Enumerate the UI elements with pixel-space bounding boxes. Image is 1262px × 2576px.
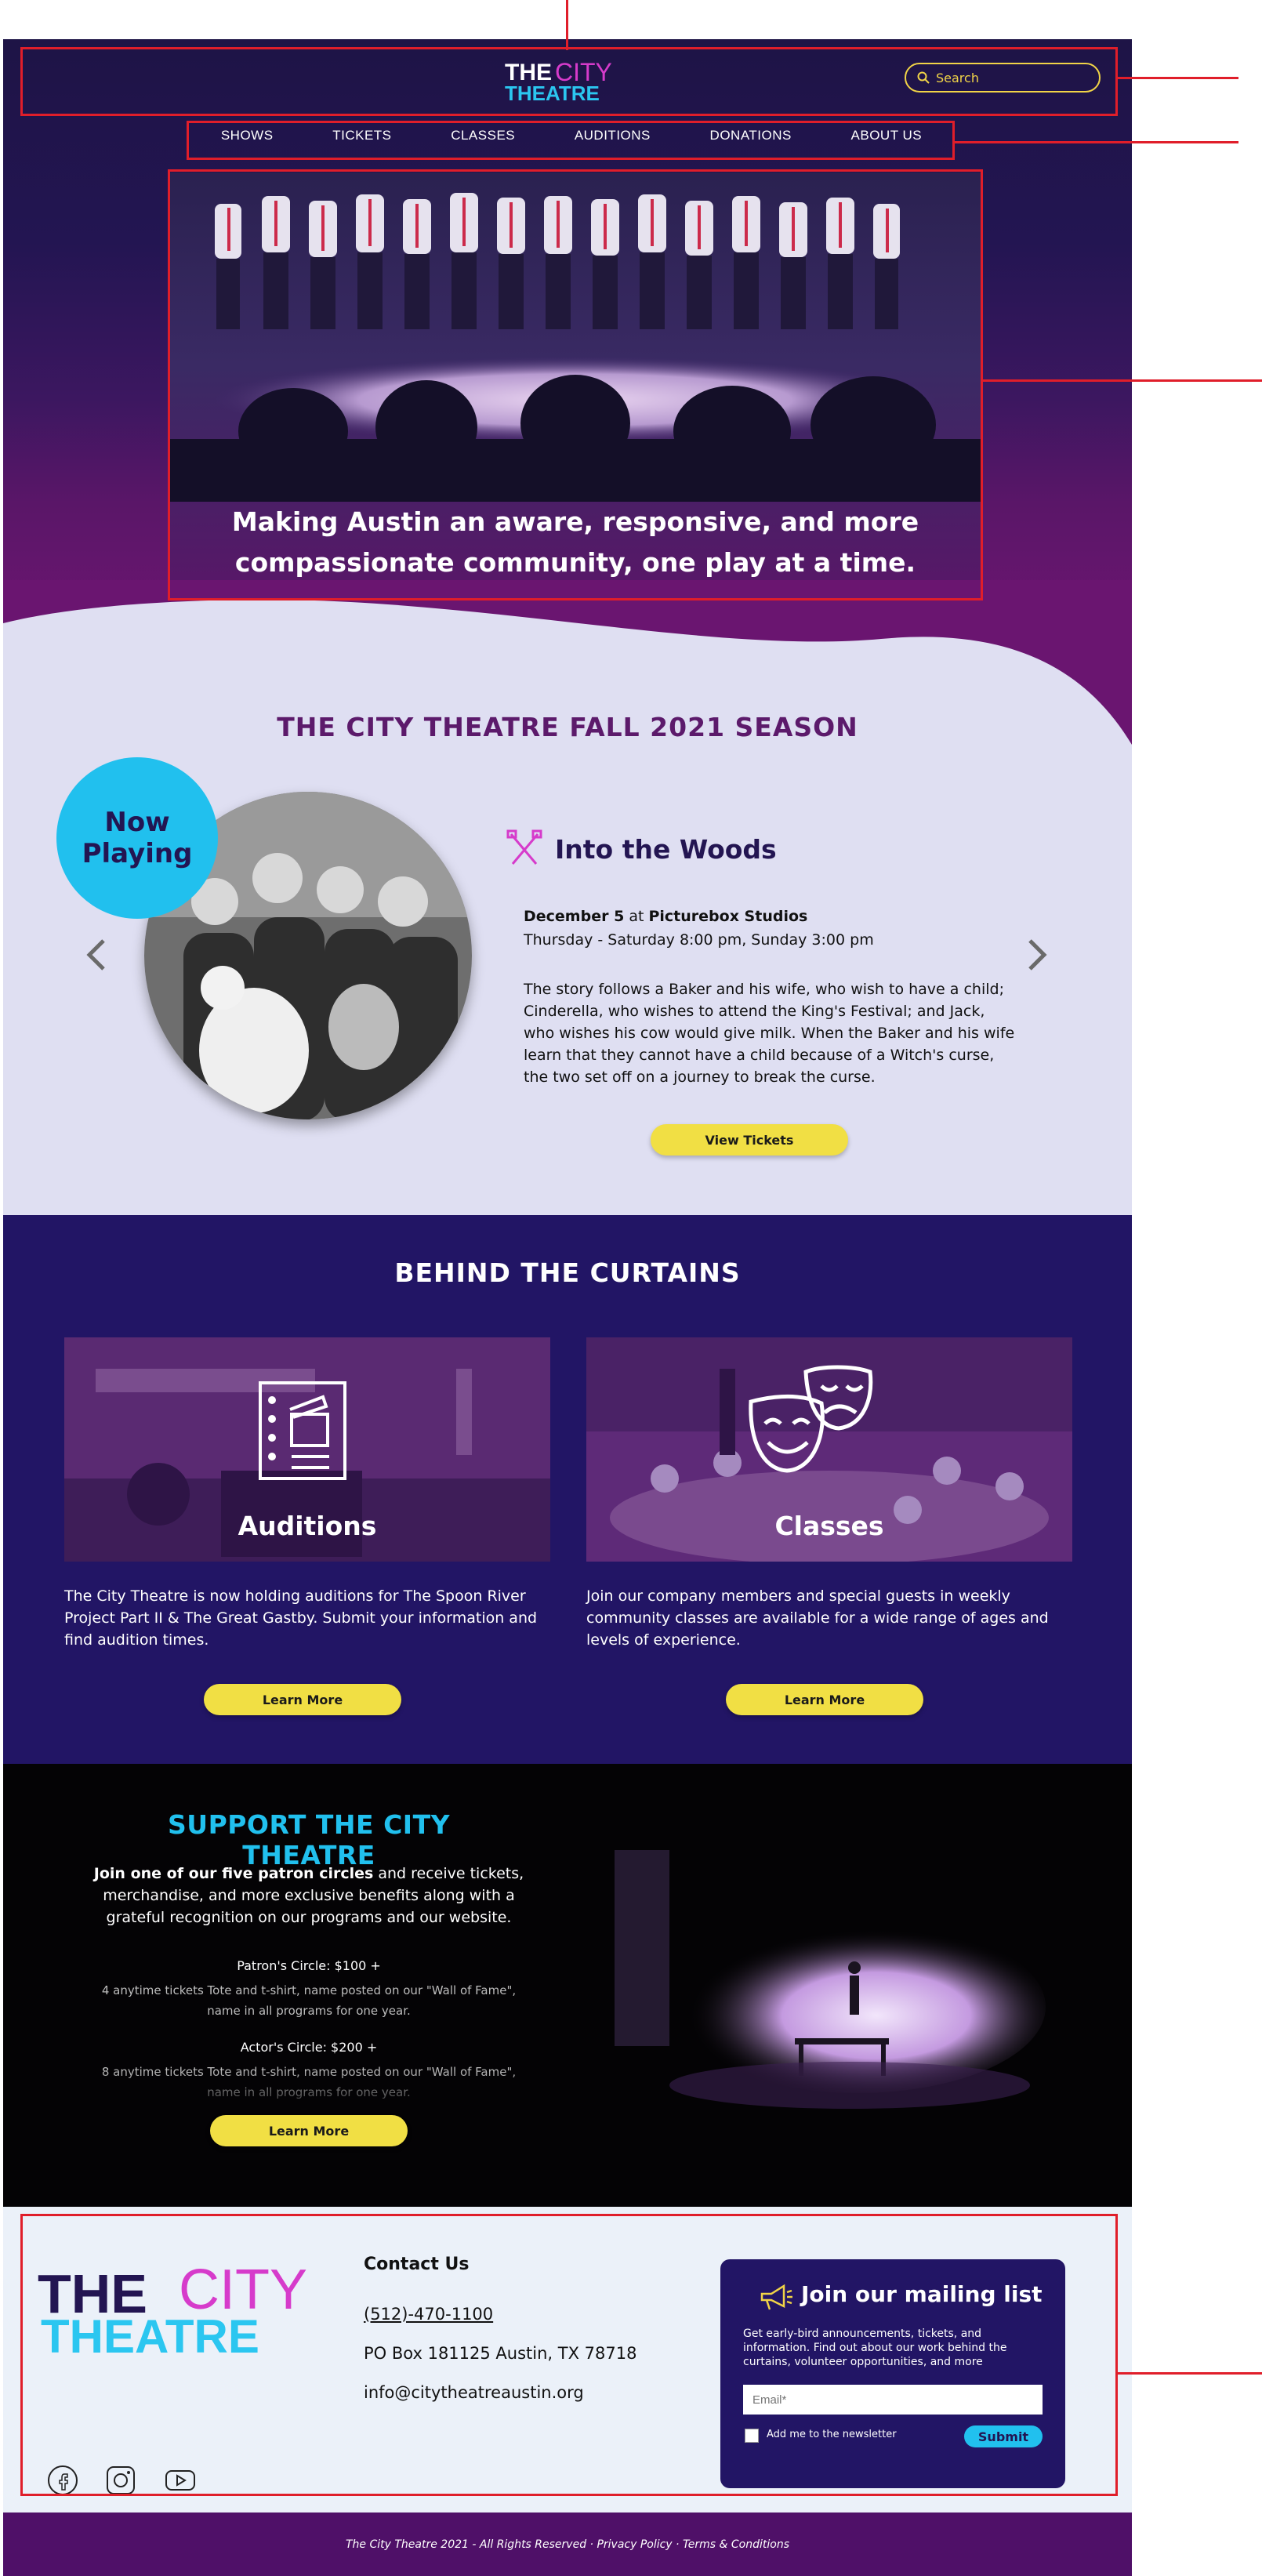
season-title: THE CITY THEATRE FALL 2021 SEASON <box>277 712 858 742</box>
nav-item-shows[interactable]: SHOWS <box>221 128 274 143</box>
copyright-text[interactable]: The City Theatre 2021 - All Rights Reser… <box>3 2538 1132 2551</box>
tier-actor-name: Actor's Circle: $200 + <box>240 2040 378 2055</box>
show-heading: Into the Woods <box>505 829 777 869</box>
tier-patron-name: Patron's Circle: $100 + <box>237 1958 381 1973</box>
carousel-next-button[interactable] <box>1027 933 1049 982</box>
site-logo[interactable]: THE CITY THEATRE <box>505 58 638 105</box>
tier-patron-desc: 4 anytime tickets Tote and t-shirt, name… <box>101 1983 517 2018</box>
hero-tagline-line2: compassionate community, one play at a t… <box>234 547 916 578</box>
show-venue: Picturebox Studios <box>648 908 808 925</box>
nav-item-tickets[interactable]: TICKETS <box>332 128 391 143</box>
support-title: SUPPORT THE CITY THEATRE <box>168 1809 450 1870</box>
support-lead-bold: Join one of our five patron circles <box>93 1865 374 1882</box>
support-stage-photo <box>607 1850 1061 2140</box>
hero-banner: Making Austin an aware, responsive, and … <box>168 172 983 604</box>
support-lead: Join one of our five patron circles and … <box>89 1863 528 1928</box>
contact-phone-link[interactable]: (512)-470-1100 <box>364 2305 493 2324</box>
youtube-icon[interactable] <box>165 2465 196 2496</box>
now-playing-badge: Now Playing <box>56 757 218 919</box>
badge-line1: Now <box>104 807 170 838</box>
behind-curtains-title: BEHIND THE CURTAINS <box>394 1257 741 1288</box>
crossed-swords-icon <box>506 829 542 865</box>
logo-theatre: THEATRE <box>505 82 600 105</box>
auditions-card-label: Auditions <box>238 1511 377 1541</box>
website-page: THE CITY THEATRE Search SHOWS TICKETS CL… <box>3 39 1132 2576</box>
footer-logo[interactable]: THE CITY THEATRE <box>38 2259 335 2380</box>
show-description: The story follows a Baker and his wife, … <box>524 981 1015 1086</box>
show-date-line: December 5 at Picturebox Studios <box>524 908 807 925</box>
nav-item-auditions[interactable]: AUDITIONS <box>575 128 651 143</box>
auditions-card[interactable]: Auditions <box>64 1337 550 1562</box>
contact-heading: Contact Us <box>364 2255 470 2274</box>
megaphone-icon <box>760 2284 792 2310</box>
mailing-list-description: Get early-bird announcements, tickets, a… <box>743 2327 1007 2368</box>
instagram-icon[interactable] <box>105 2465 136 2496</box>
auditions-learn-more-button[interactable]: Learn More <box>204 1684 401 1715</box>
newsletter-checkbox[interactable] <box>745 2429 759 2443</box>
classes-learn-more-button[interactable]: Learn More <box>726 1684 923 1715</box>
annotation-line-footer <box>1118 2372 1262 2375</box>
wave-divider <box>3 580 1132 745</box>
show-title: Into the Woods <box>555 833 777 865</box>
support-learn-more-button[interactable]: Learn More <box>210 2115 408 2146</box>
contact-address: PO Box 181125 Austin, TX 78718 <box>364 2344 637 2363</box>
search-input[interactable]: Search <box>905 63 1101 93</box>
nav-item-donations[interactable]: DONATIONS <box>710 128 792 143</box>
classes-description: Join our company members and special gue… <box>586 1587 1049 1649</box>
annotation-line-header <box>1118 77 1238 79</box>
mailing-list-title: Join our mailing list <box>801 2281 1043 2307</box>
classes-card-label: Classes <box>774 1511 884 1541</box>
main-nav: SHOWS TICKETS CLASSES AUDITIONS DONATION… <box>191 118 952 154</box>
classes-card[interactable]: Classes <box>586 1337 1072 1562</box>
search-icon <box>917 71 930 84</box>
show-date-at: at <box>624 908 649 925</box>
newsletter-label: Add me to the newsletter <box>767 2429 897 2440</box>
show-date: December 5 <box>524 908 625 925</box>
carousel-prev-button[interactable] <box>85 933 107 982</box>
submit-button[interactable]: Submit <box>964 2425 1043 2447</box>
chevron-right-icon <box>1028 939 1047 971</box>
hero-tagline-line1: Making Austin an aware, responsive, and … <box>231 506 919 537</box>
hero-tagline: Making Austin an aware, responsive, and … <box>168 502 983 583</box>
chevron-left-icon <box>86 939 105 971</box>
nav-item-about-us[interactable]: ABOUT US <box>851 128 923 143</box>
view-tickets-button[interactable]: View Tickets <box>651 1124 848 1156</box>
email-field[interactable] <box>743 2385 1043 2415</box>
nav-item-classes[interactable]: CLASSES <box>451 128 515 143</box>
auditions-description: The City Theatre is now holding audition… <box>64 1587 538 1649</box>
facebook-icon[interactable] <box>47 2465 78 2496</box>
badge-line2: Playing <box>82 838 193 869</box>
search-placeholder: Search <box>936 70 979 85</box>
contact-email-link[interactable]: info@citytheatreaustin.org <box>364 2383 584 2402</box>
show-times: Thursday - Saturday 8:00 pm, Sunday 3:00… <box>524 931 874 949</box>
footer-logo-theatre: THEATRE <box>41 2310 259 2363</box>
